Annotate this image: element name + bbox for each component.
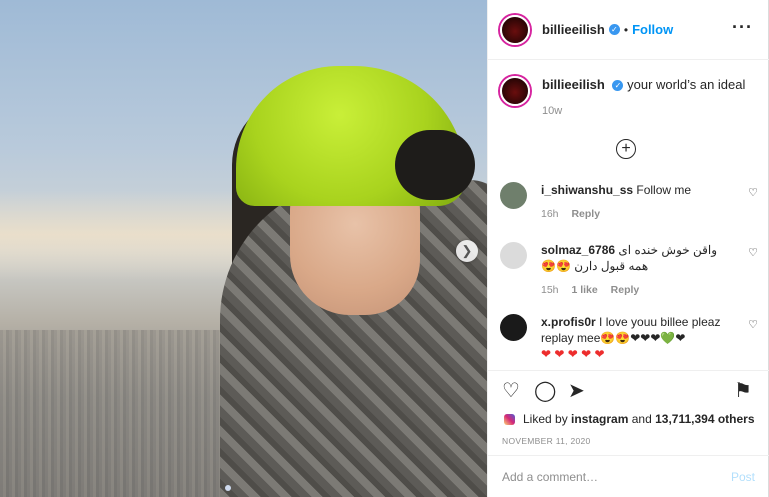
likes-user[interactable]: instagram bbox=[571, 412, 628, 426]
post-comment-button[interactable]: Post bbox=[731, 470, 755, 484]
author-username[interactable]: billieeilish bbox=[542, 22, 605, 37]
caption-text: your world’s an ideal bbox=[627, 77, 746, 92]
likes-count[interactable]: 13,711,394 others bbox=[655, 412, 754, 426]
post-photo[interactable]: ❯ bbox=[0, 0, 487, 497]
comment-bubble-icon[interactable]: ◯ bbox=[534, 381, 556, 401]
comment-input[interactable] bbox=[502, 469, 731, 484]
comment-like-heart-icon[interactable]: ♡ bbox=[748, 186, 758, 199]
post-actions-bar: ♡ ◯ ➤ ⚑ bbox=[488, 370, 769, 412]
comment-likes[interactable]: 1 like bbox=[571, 284, 597, 296]
save-bookmark-icon[interactable]: ⚑ bbox=[734, 381, 752, 401]
caption-avatar[interactable] bbox=[500, 76, 530, 106]
post-date[interactable]: NOVEMBER 11, 2020 bbox=[502, 436, 591, 446]
more-options-icon[interactable]: ··· bbox=[732, 18, 753, 36]
caption-timestamp[interactable]: 10w bbox=[542, 102, 745, 120]
comment-hearts: ❤ ❤ ❤ ❤ ❤ bbox=[541, 347, 605, 361]
comment-item: x.profis0r I love youu billee pleaz repl… bbox=[500, 314, 758, 362]
verified-badge-icon: ✓ bbox=[612, 80, 624, 92]
next-photo-arrow-icon[interactable]: ❯ bbox=[456, 240, 478, 262]
comment-like-heart-icon[interactable]: ♡ bbox=[748, 246, 758, 259]
commenter-avatar[interactable] bbox=[500, 314, 527, 341]
comment-time[interactable]: 15h bbox=[541, 284, 559, 296]
comment-item: i_shiwanshu_ss Follow me 16h Reply ♡ bbox=[500, 182, 758, 222]
instagram-post: ❯ billieeilish ✓ • Follow ··· billieeili… bbox=[0, 0, 769, 497]
reply-button[interactable]: Reply bbox=[611, 284, 640, 296]
carousel-dot bbox=[225, 485, 231, 491]
separator-bullet: • bbox=[623, 22, 629, 37]
add-comment-bar: Post bbox=[488, 455, 769, 497]
post-caption: billieeilish ✓ your world’s an ideal 10w bbox=[500, 76, 760, 120]
load-more-comments-icon[interactable]: + bbox=[616, 139, 636, 159]
likes-and: and bbox=[631, 412, 652, 426]
commenter-avatar[interactable] bbox=[500, 182, 527, 209]
caption-username[interactable]: billieeilish bbox=[542, 77, 605, 92]
comment-time[interactable]: 16h bbox=[541, 208, 559, 220]
like-heart-icon[interactable]: ♡ bbox=[502, 381, 520, 401]
share-send-icon[interactable]: ➤ bbox=[568, 381, 585, 401]
comment-username[interactable]: x.profis0r bbox=[541, 315, 596, 329]
post-header: billieeilish ✓ • Follow ··· bbox=[488, 0, 769, 60]
comment-username[interactable]: i_shiwanshu_ss bbox=[541, 183, 633, 197]
comment-like-heart-icon[interactable]: ♡ bbox=[748, 318, 758, 331]
comment-item: solmaz_6786 واقن خوش خنده ای همه قبول دا… bbox=[500, 242, 758, 298]
verified-badge-icon: ✓ bbox=[608, 24, 620, 35]
likes-prefix: Liked by bbox=[523, 412, 568, 426]
likes-summary[interactable]: Liked by instagram and 13,711,394 others bbox=[504, 412, 755, 426]
reply-button[interactable]: Reply bbox=[571, 208, 600, 220]
follow-button[interactable]: Follow bbox=[632, 22, 673, 37]
author-avatar[interactable] bbox=[500, 14, 530, 45]
comment-text: Follow me bbox=[636, 183, 692, 197]
commenter-avatar[interactable] bbox=[500, 242, 527, 269]
instagram-mini-logo-icon bbox=[504, 413, 515, 425]
comment-username[interactable]: solmaz_6786 bbox=[541, 243, 615, 257]
post-side-panel: billieeilish ✓ • Follow ··· billieeilish… bbox=[487, 0, 769, 497]
